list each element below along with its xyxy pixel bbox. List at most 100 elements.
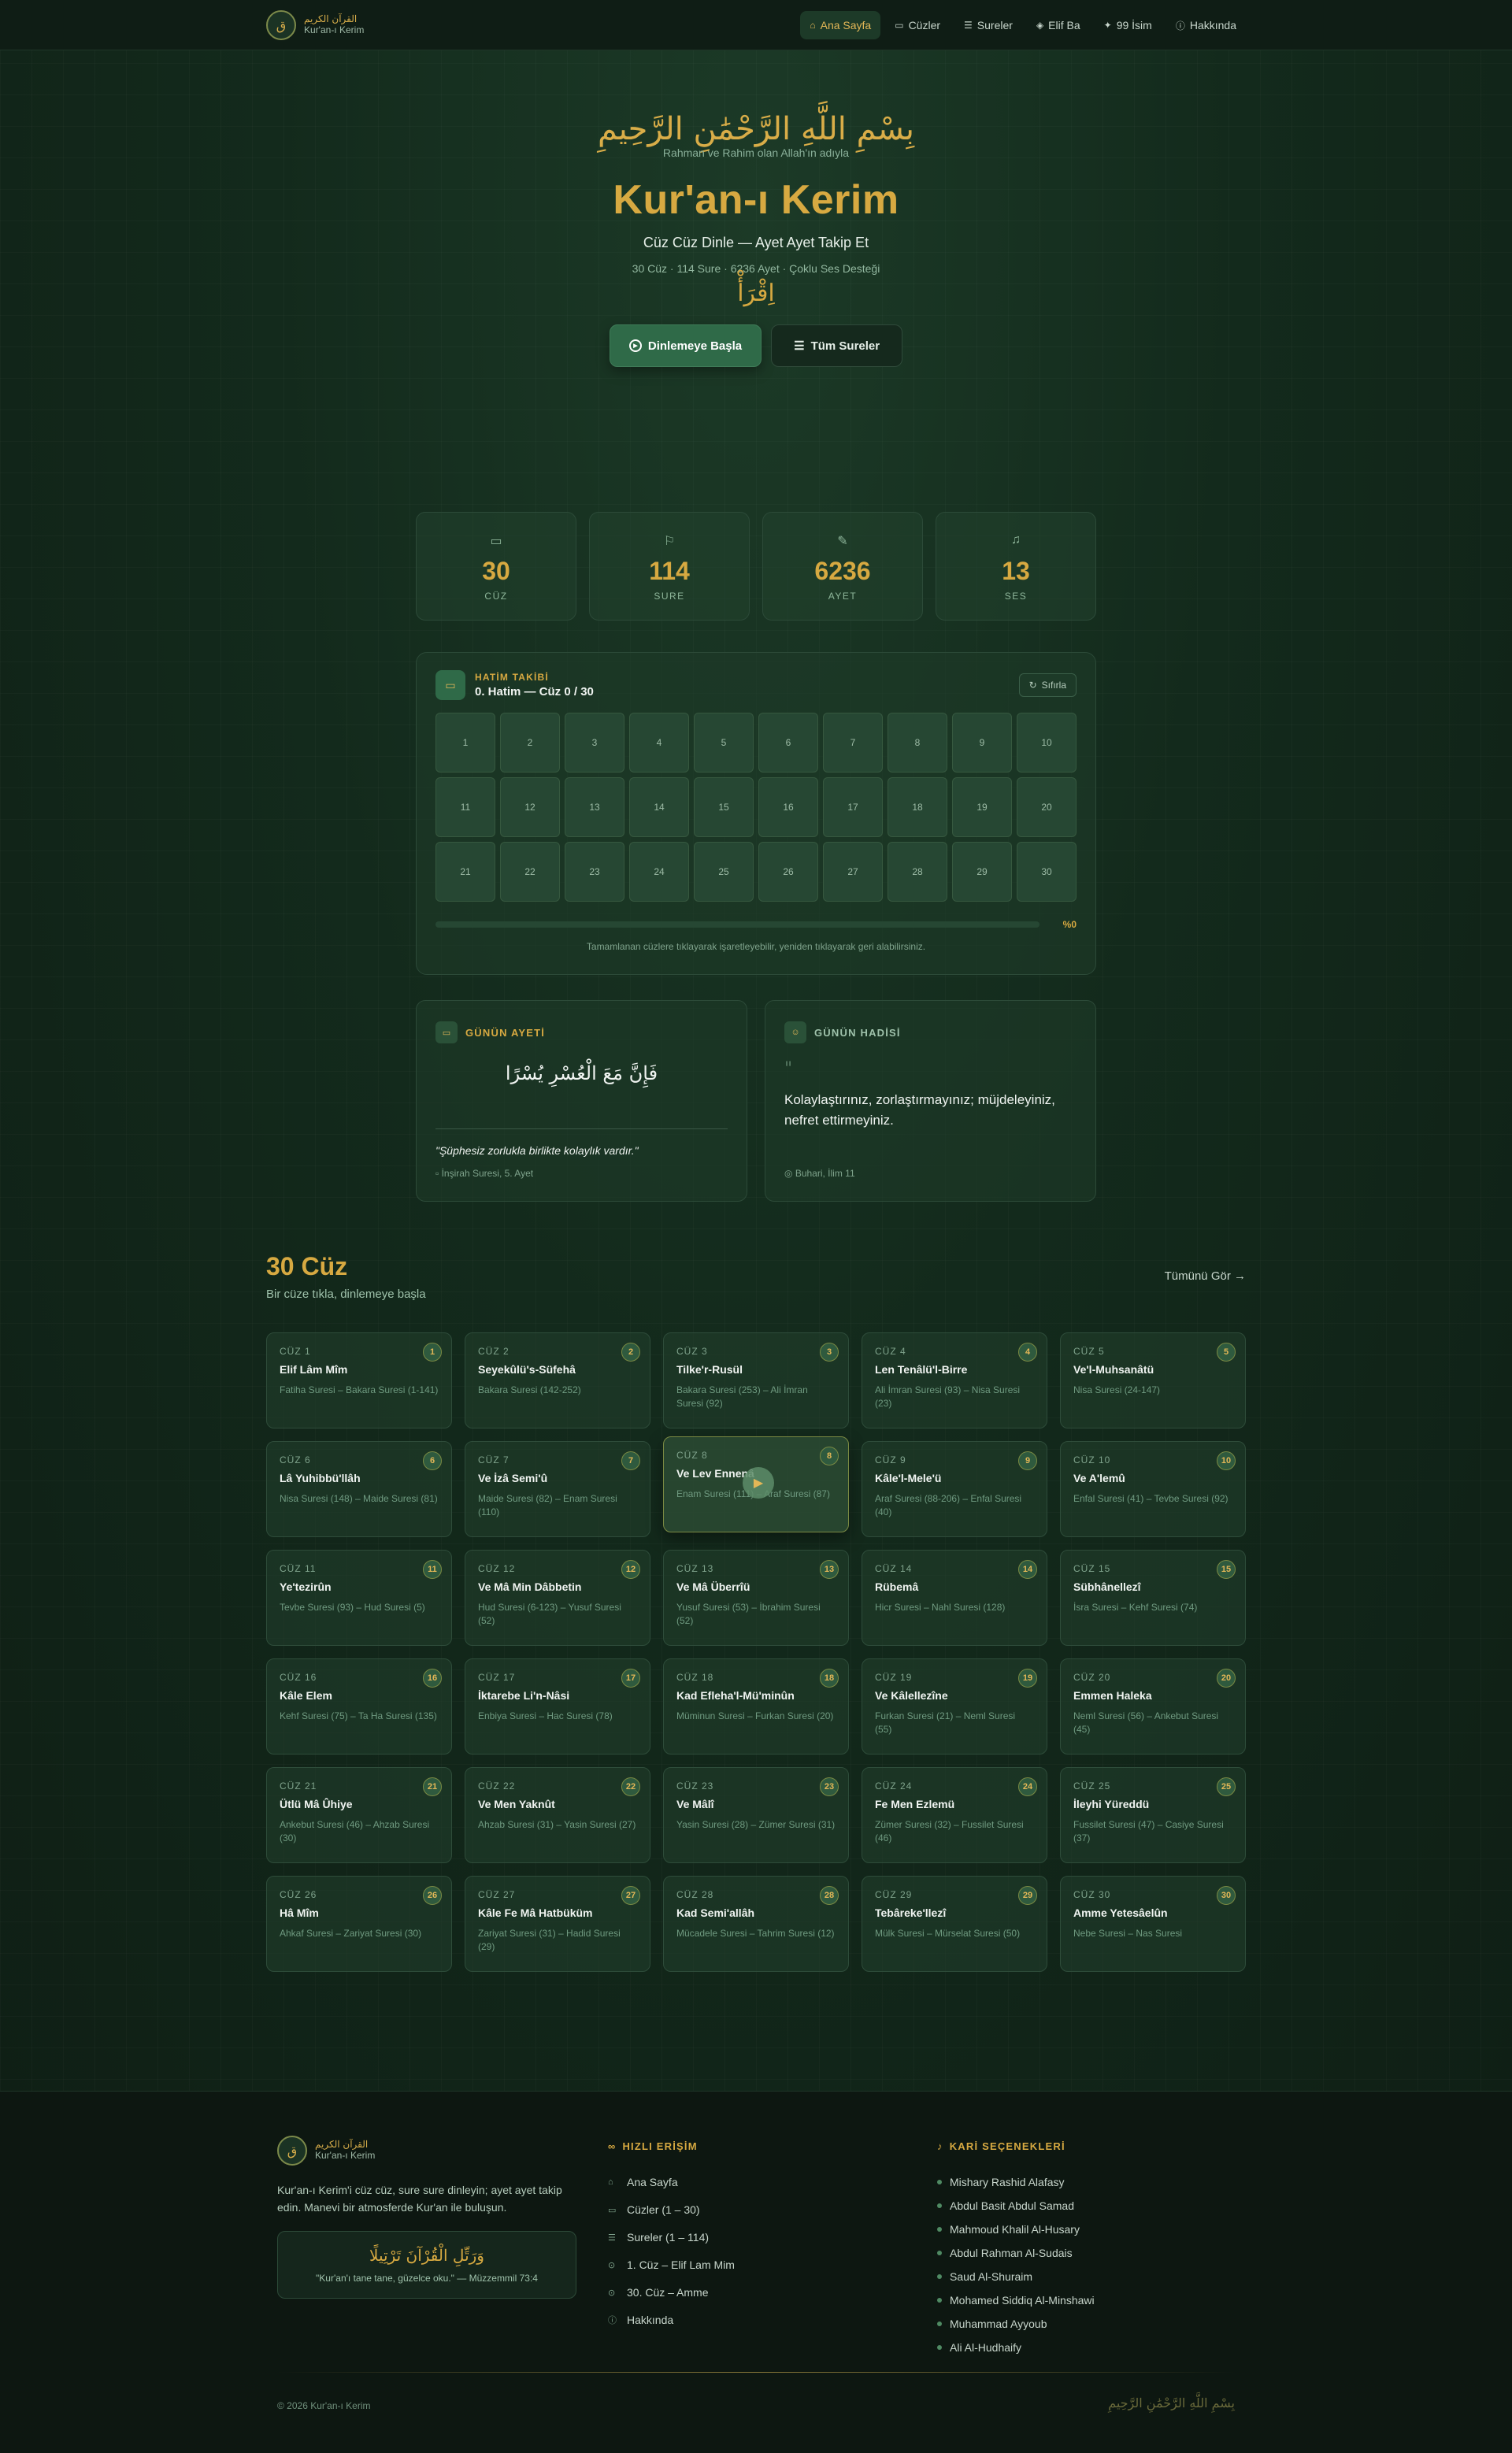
hatim-cell[interactable]: 18 [888, 777, 947, 837]
hatim-cell[interactable]: 14 [629, 777, 689, 837]
juz-card[interactable]: CÜZ 23 23 Ve Mâlî Yasin Suresi (28) – Zümer… [663, 1767, 849, 1863]
nav-elifba[interactable]: ◈ Elif Ba [1027, 11, 1090, 39]
juz-badge: 7 [621, 1451, 640, 1470]
juz-card[interactable]: CÜZ 28 28 Kad Semi'allâh Mücadele Suresi – … [663, 1876, 849, 1972]
hatim-cell[interactable]: 8 [888, 713, 947, 773]
juz-name: Kad Efleha'l-Mü'minûn [676, 1689, 795, 1702]
juz-card[interactable]: CÜZ 10 10 Ve A'lemû Enfal Suresi (41) – Tev… [1060, 1441, 1246, 1537]
hatim-cell[interactable]: 3 [565, 713, 624, 773]
all-surahs-button[interactable]: ☰ Tüm Sureler [771, 324, 903, 367]
start-listening-button[interactable]: ▶ Dinlemeye Başla [609, 324, 762, 367]
reciter-item[interactable]: Mahmoud Khalil Al-Husary [937, 2223, 1236, 2236]
hatim-cell[interactable]: 27 [823, 842, 883, 902]
hatim-cell[interactable]: 12 [500, 777, 560, 837]
reciter-item[interactable]: Mishary Rashid Alafasy [937, 2176, 1236, 2188]
juz-card[interactable]: CÜZ 5 5 Ve'l-Muhsanâtü Nisa Suresi (24-147) [1060, 1332, 1246, 1428]
juz-card[interactable]: CÜZ 29 29 Tebâreke'llezî Mülk Suresi – Mürs… [862, 1876, 1047, 1972]
hatim-cell[interactable]: 13 [565, 777, 624, 837]
juz-number-label: CÜZ 28 [676, 1889, 714, 1900]
juz-card[interactable]: CÜZ 13 13 Ve Mâ Überrîü Yusuf Suresi (53) –… [663, 1550, 849, 1646]
hatim-cell[interactable]: 22 [500, 842, 560, 902]
juz-card[interactable]: CÜZ 18 18 Kad Efleha'l-Mü'minûn Müminun Sur… [663, 1658, 849, 1755]
juz-card[interactable]: CÜZ 15 15 Sübhânellezî İsra Suresi – Kehf S… [1060, 1550, 1246, 1646]
reciter-item[interactable]: Mohamed Siddiq Al-Minshawi [937, 2294, 1236, 2307]
hatim-cell[interactable]: 6 [758, 713, 818, 773]
juz-card[interactable]: CÜZ 4 4 Len Tenâlü'l-Birre Ali İmran Suresi… [862, 1332, 1047, 1428]
hatim-cell[interactable]: 23 [565, 842, 624, 902]
hatim-cell[interactable]: 1 [435, 713, 495, 773]
juz-card[interactable]: CÜZ 17 17 İktarebe Li'n-Nâsi Enbiya Suresi … [465, 1658, 650, 1755]
juz-number-label: CÜZ 5 [1073, 1346, 1105, 1357]
juz-card[interactable]: CÜZ 12 12 Ve Mâ Min Dâbbetin Hud Suresi (6-… [465, 1550, 650, 1646]
hatim-cell[interactable]: 7 [823, 713, 883, 773]
hatim-cell[interactable]: 30 [1017, 842, 1077, 902]
hatim-cell[interactable]: 10 [1017, 713, 1077, 773]
footer-link[interactable]: ⊙ 30. Cüz – Amme [608, 2286, 907, 2299]
hero: بِسْمِ اللَّهِ الرَّحْمَٰنِ الرَّحِيمِ R… [0, 110, 1512, 367]
juz-card[interactable]: CÜZ 14 14 Rübemâ Hicr Suresi – Nahl Suresi … [862, 1550, 1047, 1646]
juz-card[interactable]: CÜZ 21 21 Ütlü Mâ Ûhiye Ankebut Suresi (46)… [266, 1767, 452, 1863]
footer-link[interactable]: ⊙ 1. Cüz – Elif Lam Mim [608, 2258, 907, 2271]
juz-card[interactable]: CÜZ 19 19 Ve Kâlellezîne Furkan Suresi (21)… [862, 1658, 1047, 1755]
hatim-cell[interactable]: 4 [629, 713, 689, 773]
brand-logo[interactable]: ق القرآن الكريم Kur'an-ı Kerim [266, 10, 364, 40]
nav-home[interactable]: ⌂ Ana Sayfa [800, 11, 881, 39]
see-all-link[interactable]: Tümünü Gör → [1165, 1269, 1246, 1283]
juz-card[interactable]: CÜZ 9 9 Kâle'l-Mele'ü Araf Suresi (88-206) … [862, 1441, 1047, 1537]
reciter-item[interactable]: Saud Al-Shuraim [937, 2270, 1236, 2283]
play-icon[interactable]: ▶ [743, 1467, 774, 1499]
juz-card[interactable]: CÜZ 27 27 Kâle Fe Mâ Hatbüküm Zariyat Sures… [465, 1876, 650, 1972]
juz-card[interactable]: CÜZ 24 24 Fe Men Ezlemü Zümer Suresi (32) –… [862, 1767, 1047, 1863]
hatim-cell[interactable]: 9 [952, 713, 1012, 773]
juz-card[interactable]: CÜZ 26 26 Hâ Mîm Ahkaf Suresi – Zariyat Sur… [266, 1876, 452, 1972]
hatim-cell[interactable]: 28 [888, 842, 947, 902]
juz-card[interactable]: CÜZ 30 30 Amme Yetesâelûn Nebe Suresi – Nas… [1060, 1876, 1246, 1972]
reciter-item[interactable]: Muhammad Ayyoub [937, 2318, 1236, 2330]
hatim-cell[interactable]: 20 [1017, 777, 1077, 837]
juz-number-label: CÜZ 21 [280, 1780, 317, 1792]
juz-badge: 18 [820, 1669, 839, 1688]
hatim-cell[interactable]: 15 [694, 777, 754, 837]
nav-surahs[interactable]: ☰ Sureler [954, 11, 1022, 39]
juz-card[interactable]: CÜZ 20 20 Emmen Haleka Neml Suresi (56) – A… [1060, 1658, 1246, 1755]
nav-about[interactable]: ⓘ Hakkında [1166, 11, 1246, 40]
juz-card[interactable]: CÜZ 25 25 İleyhi Yüreddü Fussilet Suresi (4… [1060, 1767, 1246, 1863]
hatim-cell[interactable]: 17 [823, 777, 883, 837]
juz-card[interactable]: CÜZ 1 1 Elif Lâm Mîm Fatiha Suresi – Bakara… [266, 1332, 452, 1428]
hatim-cell[interactable]: 16 [758, 777, 818, 837]
hatim-cell[interactable]: 29 [952, 842, 1012, 902]
juz-card[interactable]: CÜZ 3 3 Tilke'r-Rusül Bakara Suresi (253) –… [663, 1332, 849, 1428]
juz-range: Hud Suresi (6-123) – Yusuf Suresi (52) [478, 1602, 621, 1627]
info-icon: ⓘ [1175, 20, 1185, 31]
nav-juz[interactable]: ▭ Cüzler [885, 11, 950, 39]
nav-99-names[interactable]: ✦ 99 İsim [1095, 11, 1162, 39]
reciter-item[interactable]: Ali Al-Hudhaify [937, 2341, 1236, 2354]
hatim-cell[interactable]: 5 [694, 713, 754, 773]
juz-card[interactable]: CÜZ 7 7 Ve İzâ Semi'û Maide Suresi (82) – E… [465, 1441, 650, 1537]
juz-badge: 3 [820, 1343, 839, 1362]
juz-card[interactable]: CÜZ 6 6 Lâ Yuhibbü'llâh Nisa Suresi (148) –… [266, 1441, 452, 1537]
juz-card[interactable]: CÜZ 2 2 Seyekûlü's-Süfehâ Bakara Suresi (14… [465, 1332, 650, 1428]
juz-card[interactable]: CÜZ 88Ve Lev EnnenâEnam Suresi (111) – A… [663, 1436, 849, 1532]
hatim-cell[interactable]: 25 [694, 842, 754, 902]
juz-range: Mülk Suresi – Mürselat Suresi (50) [875, 1928, 1021, 1939]
hatim-cell[interactable]: 11 [435, 777, 495, 837]
footer-brand[interactable]: ق القرآن الكريم Kur'an-ı Kerim [277, 2136, 576, 2166]
footer-link[interactable]: ⓘ Hakkında [608, 2314, 907, 2326]
footer-link[interactable]: ▭ Cüzler (1 – 30) [608, 2203, 907, 2216]
hatim-cell[interactable]: 19 [952, 777, 1012, 837]
hatim-cell[interactable]: 24 [629, 842, 689, 902]
hatim-cell[interactable]: 26 [758, 842, 818, 902]
juz-number-label: CÜZ 23 [676, 1780, 714, 1792]
footer-link[interactable]: ☰ Sureler (1 – 114) [608, 2231, 907, 2244]
hatim-cell[interactable]: 2 [500, 713, 560, 773]
juz-card[interactable]: CÜZ 11 11 Ye'tezirûn Tevbe Suresi (93) – Hu… [266, 1550, 452, 1646]
hatim-cell[interactable]: 21 [435, 842, 495, 902]
footer-link[interactable]: ⌂ Ana Sayfa [608, 2176, 907, 2188]
juz-card[interactable]: CÜZ 16 16 Kâle Elem Kehf Suresi (75) – Ta H… [266, 1658, 452, 1755]
juz-badge: 10 [1217, 1451, 1236, 1470]
juz-card[interactable]: CÜZ 22 22 Ve Men Yaknût Ahzab Suresi (31) –… [465, 1767, 650, 1863]
reset-button[interactable]: ↻ Sıfırla [1018, 673, 1077, 697]
reciter-item[interactable]: Abdul Rahman Al-Sudais [937, 2247, 1236, 2259]
reciter-item[interactable]: Abdul Basit Abdul Samad [937, 2199, 1236, 2212]
